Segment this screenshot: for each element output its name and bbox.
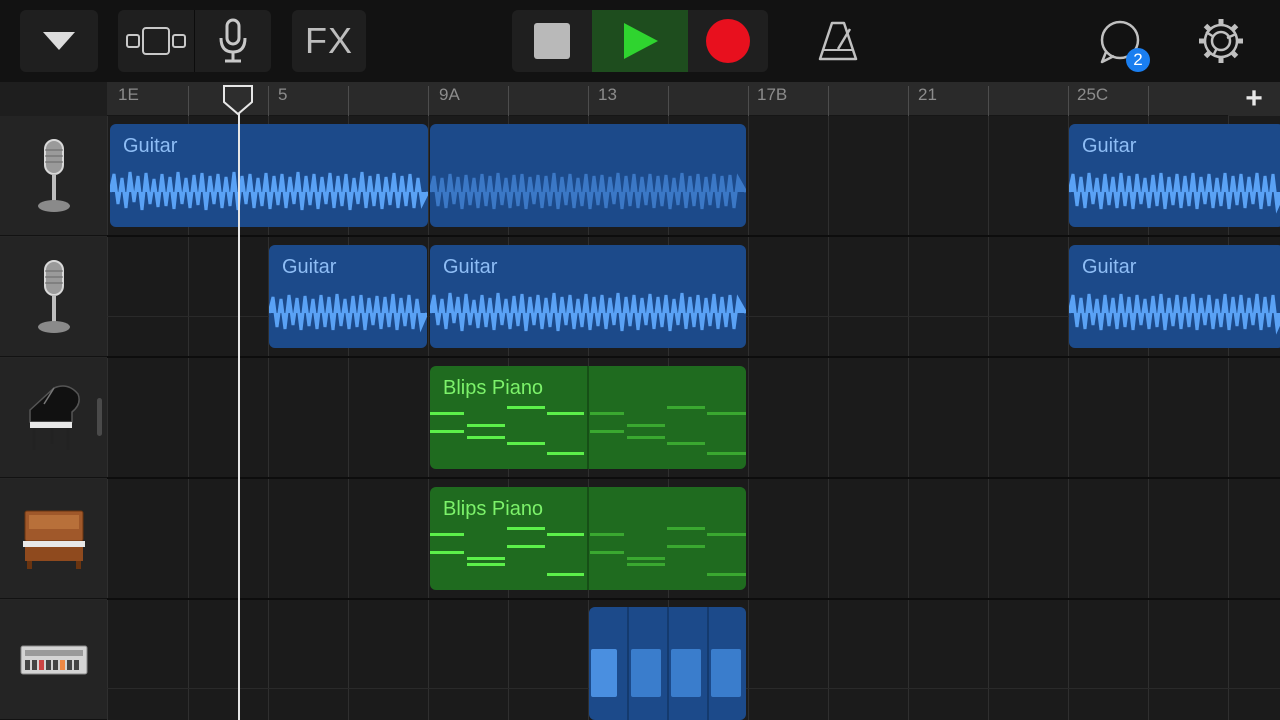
play-button[interactable]: [592, 10, 688, 72]
add-track-button[interactable]: +: [1228, 82, 1280, 116]
track-header-1[interactable]: [0, 116, 107, 236]
waveform: [1069, 172, 1280, 214]
drum-region[interactable]: [589, 607, 746, 720]
region-label: Guitar: [443, 256, 498, 278]
audio-region[interactable]: Guitar: [430, 245, 746, 348]
track-controls-button[interactable]: [195, 10, 271, 72]
region-label: Blips Piano: [443, 498, 544, 520]
microphone-icon: [37, 259, 70, 333]
waveform: [430, 292, 746, 332]
header-scroll-handle[interactable]: [97, 398, 102, 436]
midi-region[interactable]: Blips Piano: [430, 366, 746, 469]
gear-icon: [1199, 19, 1243, 63]
loop-count-badge: 2: [1126, 48, 1150, 72]
audio-region[interactable]: Guitar: [269, 245, 427, 348]
bar-label: 21: [918, 85, 937, 104]
region-label: Guitar: [282, 256, 337, 278]
stop-icon: [534, 23, 570, 59]
settings-button[interactable]: [1190, 10, 1252, 72]
record-icon: [706, 19, 750, 63]
play-icon: [624, 23, 658, 59]
audio-region[interactable]: Guitar: [1069, 124, 1280, 227]
bar-label: 5: [278, 85, 288, 104]
view-switch-group: [118, 10, 271, 72]
waveform: [430, 172, 746, 210]
track-header-2[interactable]: [0, 237, 107, 357]
microphone-icon: [37, 138, 70, 212]
triangle-down-icon: [43, 32, 75, 50]
bar-label: 1E: [118, 85, 139, 104]
audio-region[interactable]: Guitar: [110, 124, 428, 227]
track-header-5[interactable]: [0, 600, 107, 720]
region-label: Guitar: [123, 135, 178, 157]
region-label: Guitar: [1082, 135, 1137, 157]
my-songs-button[interactable]: [20, 10, 98, 72]
bar-label: 17B: [757, 85, 788, 104]
bar-label: 9A: [439, 85, 460, 104]
loop-browser-button[interactable]: 2: [1092, 10, 1154, 72]
waveform: [269, 293, 427, 333]
upright-piano-icon: [22, 510, 85, 569]
playhead-handle[interactable]: [222, 84, 254, 116]
playhead-line: [238, 100, 240, 720]
waveform: [110, 171, 428, 211]
drum-machine-icon: [20, 645, 87, 674]
bar-label: 25C: [1077, 85, 1109, 104]
grand-piano-icon: [28, 384, 80, 450]
midi-region[interactable]: Blips Piano: [430, 487, 746, 590]
control-bar: FX 2: [0, 0, 1280, 82]
browser-button[interactable]: [118, 10, 194, 72]
track-header-4[interactable]: [0, 479, 107, 599]
track-header-3[interactable]: [0, 358, 107, 478]
record-button[interactable]: [688, 10, 768, 72]
bar-ruler[interactable]: 1E 5 9A 13 17B 21 25C: [107, 82, 1280, 116]
region-label: Blips Piano: [443, 377, 544, 399]
tracks-area[interactable]: Guitar Guitar Guitar Guitar Guitar Blips…: [107, 116, 1280, 720]
bar-label: 13: [598, 85, 617, 104]
waveform: [1069, 293, 1280, 335]
region-label: Guitar: [1082, 256, 1137, 278]
audio-region[interactable]: Guitar: [1069, 245, 1280, 348]
microphone-icon: [219, 18, 247, 63]
stop-button[interactable]: [512, 10, 592, 72]
fx-label: FX: [304, 20, 353, 61]
metronome-button[interactable]: [808, 10, 868, 72]
view-toggle-icon: [126, 27, 186, 55]
transport-controls: [512, 10, 768, 72]
metronome-icon: [818, 21, 858, 61]
track-headers: [0, 116, 107, 720]
ruler-corner: [0, 82, 107, 116]
fx-button[interactable]: FX: [292, 10, 366, 72]
audio-region[interactable]: [430, 124, 746, 227]
